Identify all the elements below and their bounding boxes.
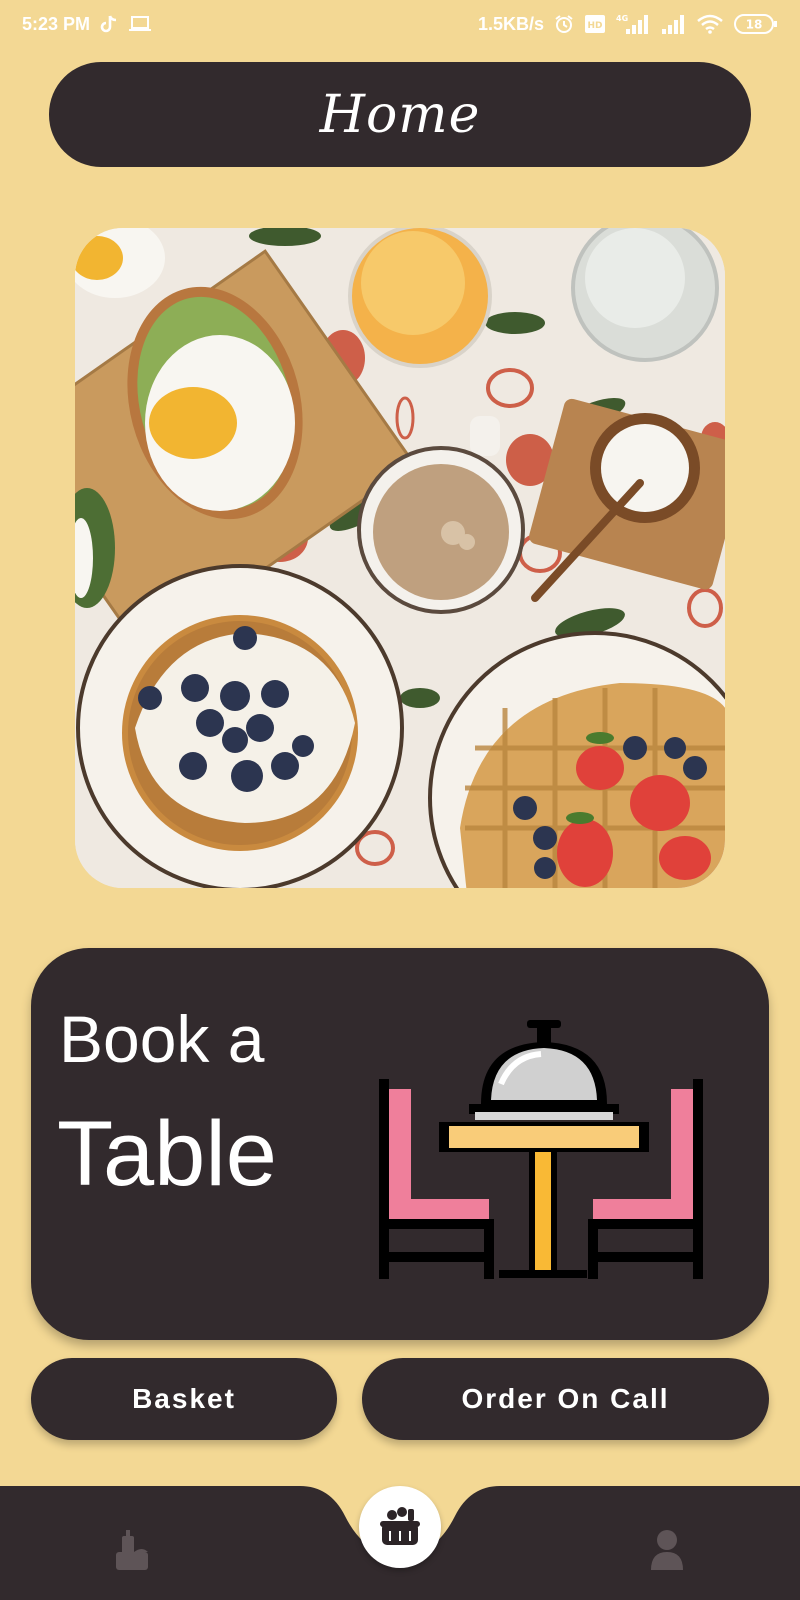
status-bar: 5:23 PM 1.5KB/s HD 4G 18 (0, 0, 800, 48)
bottom-navigation (0, 1486, 800, 1600)
breakfast-table-photo (75, 228, 725, 888)
book-table-title-line1: Book a (59, 1002, 265, 1076)
basket-button-label: Basket (132, 1383, 236, 1414)
battery-level: 18 (746, 18, 763, 32)
battery-icon: 18 (734, 13, 778, 35)
order-on-call-button-label: Order On Call (461, 1383, 670, 1414)
home-header: Home (49, 62, 751, 167)
laptop-icon (128, 15, 152, 33)
signal-icon (660, 13, 686, 35)
wifi-icon (696, 14, 724, 34)
svg-text:HD: HD (587, 21, 602, 31)
dining-table-icon (379, 1020, 703, 1279)
book-table-card[interactable]: Book a Table (31, 948, 769, 1340)
basket-nav-button[interactable] (359, 1486, 441, 1568)
tiktok-icon (100, 14, 118, 34)
order-on-call-button[interactable]: Order On Call (362, 1358, 769, 1440)
status-time: 5:23 PM (22, 13, 91, 34)
network-type: 4G (616, 14, 628, 23)
basket-button[interactable]: Basket (31, 1358, 337, 1440)
network-speed: 1.5KB/s (477, 13, 544, 34)
volte-icon: HD (584, 14, 606, 34)
basket-icon (380, 1507, 420, 1545)
book-table-title-line2: Table (57, 1103, 277, 1205)
restaurant-icon[interactable] (112, 1530, 152, 1572)
profile-icon[interactable] (649, 1528, 685, 1572)
status-bar-left: 5:23 PM (22, 14, 152, 35)
page-title: Home (319, 84, 481, 145)
status-bar-right: 1.5KB/s HD 4G 18 (478, 13, 778, 35)
signal-icon: 4G (616, 13, 650, 35)
alarm-icon (554, 14, 574, 34)
